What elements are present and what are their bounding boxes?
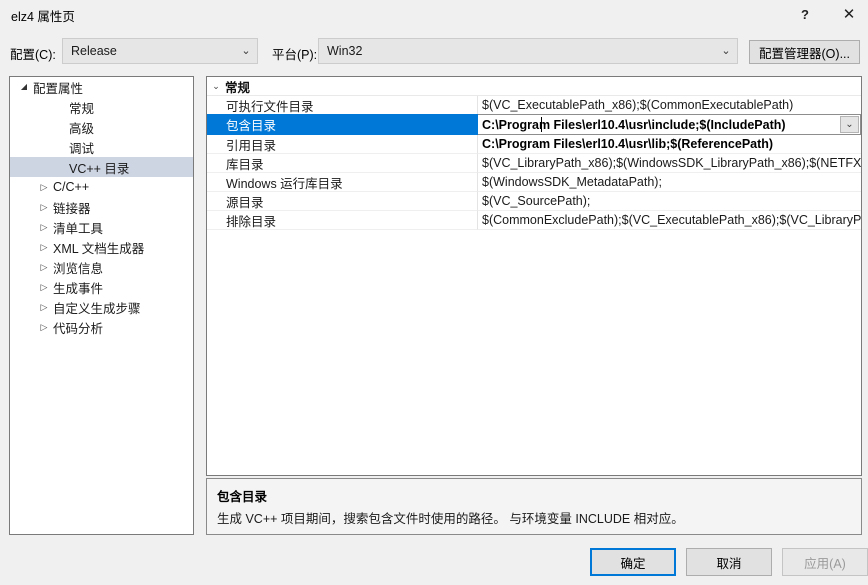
configuration-manager-button[interactable]: 配置管理器(O)...	[749, 40, 860, 64]
property-value-text: C:\Program Files\erl10.4\usr\include;$(I…	[482, 117, 786, 132]
property-grid-panel[interactable]: ⌄ 常规 可执行文件目录 $(VC_ExecutablePath_x86);$(C…	[206, 76, 862, 476]
property-name[interactable]: 排除目录	[207, 211, 478, 230]
property-value-editor[interactable]: C:\Program Files\erl10.4\usr\include;$(I…	[478, 114, 861, 135]
tree-item-label: XML 文档生成器	[53, 241, 145, 256]
description-title: 包含目录	[217, 490, 268, 504]
property-row[interactable]: 排除目录 $(CommonExcludePath);$(VC_Executable…	[207, 211, 861, 230]
property-tree-panel[interactable]: ◢ 配置属性 常规 高级 调试 VC++ 目录 ▷ C/C++ ▷ 链接器 ▷ 清单工具 ▷ XML 文档…	[9, 76, 194, 535]
property-category-header[interactable]: ⌄ 常规	[207, 77, 861, 96]
tree-item-9[interactable]: ▷ 浏览信息	[10, 257, 193, 277]
tree-item-label: 链接器	[53, 201, 91, 216]
property-value[interactable]: $(VC_ExecutablePath_x86);$(CommonExecuta…	[478, 96, 861, 115]
tree-item-label: 代码分析	[53, 321, 104, 336]
tree-item-label: 浏览信息	[53, 261, 104, 276]
tree-item-8[interactable]: ▷ XML 文档生成器	[10, 237, 193, 257]
configuration-dropdown[interactable]: Release ⌄	[62, 38, 258, 64]
tree-item-0[interactable]: ◢ 配置属性	[10, 77, 193, 97]
chevron-down-icon[interactable]: ⌄	[840, 116, 859, 133]
property-row[interactable]: 可执行文件目录 $(VC_ExecutablePath_x86);$(Common…	[207, 96, 861, 115]
property-value[interactable]: $(VC_LibraryPath_x86);$(WindowsSDK_Libra…	[478, 154, 861, 173]
property-name[interactable]: 库目录	[207, 154, 478, 173]
tree-item-4[interactable]: VC++ 目录	[10, 157, 193, 177]
dialog-button-row: 确定 取消 应用(A)	[0, 548, 868, 580]
property-value[interactable]: $(CommonExcludePath);$(VC_ExecutablePath…	[478, 211, 861, 230]
chevron-down-icon: ⌄	[241, 44, 251, 57]
chevron-collapsed-icon[interactable]: ▷	[36, 322, 52, 332]
dialog-title-bar: elz4 属性页 ? ✕	[0, 0, 868, 30]
configuration-value: Release	[71, 44, 117, 58]
tree-item-label: 自定义生成步骤	[53, 301, 141, 316]
description-text: 生成 VC++ 项目期间，搜索包含文件时使用的路径。 与环境变量 INCLUDE…	[217, 512, 684, 526]
chevron-collapsed-icon[interactable]: ▷	[36, 202, 52, 212]
property-grid-rows: 可执行文件目录 $(VC_ExecutablePath_x86);$(Common…	[207, 96, 861, 230]
platform-label: 平台(P):	[272, 48, 318, 62]
property-row[interactable]: 包含目录 C:\Program Files\erl10.4\usr\include…	[207, 114, 861, 135]
chevron-collapsed-icon[interactable]: ▷	[36, 262, 52, 272]
chevron-collapsed-icon[interactable]: ▷	[36, 282, 52, 292]
chevron-collapsed-icon[interactable]: ▷	[36, 222, 52, 232]
property-value[interactable]: $(WindowsSDK_MetadataPath);	[478, 173, 861, 192]
apply-button: 应用(A)	[782, 548, 868, 576]
tree-item-label: 生成事件	[53, 281, 104, 296]
property-value[interactable]: $(VC_SourcePath);	[478, 192, 861, 211]
tree-item-label: VC++ 目录	[69, 161, 130, 176]
chevron-collapsed-icon[interactable]: ▷	[36, 242, 52, 252]
text-caret	[541, 117, 542, 132]
tree-item-label: 配置属性	[33, 81, 84, 96]
platform-dropdown[interactable]: Win32 ⌄	[318, 38, 738, 64]
chevron-collapsed-icon[interactable]: ▷	[36, 182, 52, 192]
property-row[interactable]: 库目录 $(VC_LibraryPath_x86);$(WindowsSDK_Li…	[207, 154, 861, 173]
property-row[interactable]: Windows 运行库目录 $(WindowsSDK_MetadataPath);	[207, 173, 861, 192]
tree-item-3[interactable]: 调试	[10, 137, 193, 157]
property-name[interactable]: 可执行文件目录	[207, 96, 478, 115]
property-row[interactable]: 源目录 $(VC_SourcePath);	[207, 192, 861, 211]
ok-button[interactable]: 确定	[590, 548, 676, 576]
cancel-button[interactable]: 取消	[686, 548, 772, 576]
property-name[interactable]: 包含目录	[207, 114, 478, 135]
tree-item-11[interactable]: ▷ 自定义生成步骤	[10, 297, 193, 317]
property-description-pane: 包含目录 生成 VC++ 项目期间，搜索包含文件时使用的路径。 与环境变量 IN…	[206, 478, 862, 535]
chevron-down-icon: ⌄	[212, 80, 220, 91]
tree-item-7[interactable]: ▷ 清单工具	[10, 217, 193, 237]
property-name[interactable]: Windows 运行库目录	[207, 173, 478, 192]
tree-item-label: C/C++	[53, 180, 90, 194]
property-name[interactable]: 源目录	[207, 192, 478, 211]
tree-item-label: 调试	[69, 141, 95, 156]
chevron-expanded-icon[interactable]: ◢	[16, 83, 32, 91]
tree-item-2[interactable]: 高级	[10, 117, 193, 137]
help-icon[interactable]: ?	[789, 0, 821, 28]
tree-item-label: 清单工具	[53, 221, 104, 236]
configuration-toolbar: 配置(C): Release ⌄ 平台(P): Win32 ⌄	[0, 38, 868, 66]
property-value[interactable]: C:\Program Files\erl10.4\usr\lib;$(Refer…	[478, 135, 861, 154]
tree-item-10[interactable]: ▷ 生成事件	[10, 277, 193, 297]
configuration-label: 配置(C):	[10, 48, 56, 62]
tree-item-label: 高级	[69, 121, 95, 136]
close-icon[interactable]: ✕	[833, 0, 865, 28]
tree-item-6[interactable]: ▷ 链接器	[10, 197, 193, 217]
chevron-collapsed-icon[interactable]: ▷	[36, 302, 52, 312]
property-name[interactable]: 引用目录	[207, 135, 478, 154]
tree-item-label: 常规	[69, 101, 95, 116]
property-category-label: 常规	[225, 80, 251, 95]
tree-item-5[interactable]: ▷ C/C++	[10, 177, 193, 197]
tree-item-12[interactable]: ▷ 代码分析	[10, 317, 193, 337]
property-tree-list: ◢ 配置属性 常规 高级 调试 VC++ 目录 ▷ C/C++ ▷ 链接器 ▷ 清单工具 ▷ XML 文档…	[10, 77, 193, 337]
chevron-down-icon: ⌄	[721, 44, 731, 57]
platform-value: Win32	[327, 44, 363, 58]
tree-item-1[interactable]: 常规	[10, 97, 193, 117]
dialog-title: elz4 属性页	[11, 10, 75, 24]
property-row[interactable]: 引用目录 C:\Program Files\erl10.4\usr\lib;$(R…	[207, 135, 861, 154]
